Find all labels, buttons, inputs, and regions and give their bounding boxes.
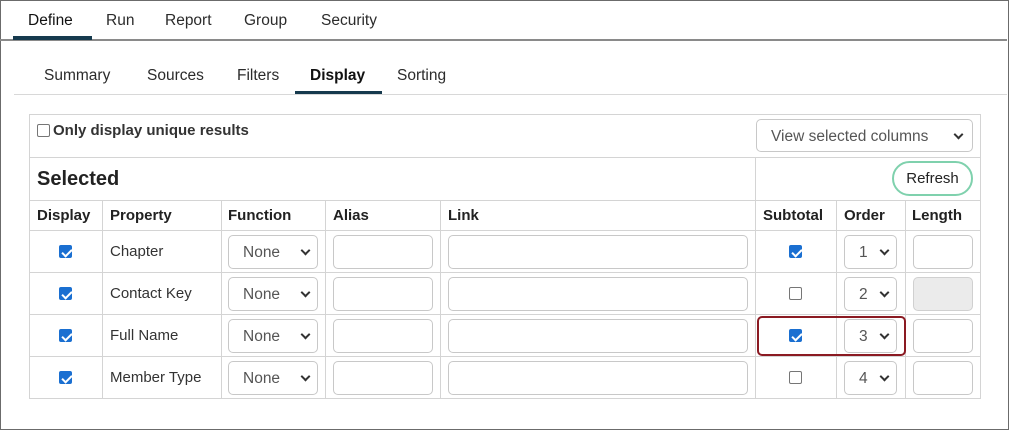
property-name: Contact Key (110, 285, 192, 302)
tab-sources[interactable]: Sources (147, 67, 204, 85)
alias-input[interactable] (333, 319, 433, 353)
function-value: None (243, 244, 281, 261)
length-input[interactable] (913, 235, 973, 269)
column-header-function: Function (228, 207, 292, 224)
tab-display[interactable]: Display (310, 67, 365, 85)
function-select[interactable]: None (228, 361, 318, 395)
divider (29, 230, 981, 231)
order-value: 2 (859, 286, 868, 303)
divider (440, 200, 441, 399)
property-name: Full Name (110, 327, 179, 344)
column-header-alias: Alias (333, 207, 369, 224)
function-value: None (243, 286, 281, 303)
chevron-down-icon (879, 371, 890, 382)
property-name: Member Type (110, 369, 202, 386)
view-columns-value: View selected columns (771, 128, 929, 145)
function-value: None (243, 370, 281, 387)
property-name: Chapter (110, 243, 164, 260)
display-checkbox[interactable] (59, 371, 72, 384)
subtotal-checkbox[interactable] (789, 287, 802, 300)
chevron-down-icon (300, 329, 311, 340)
chevron-down-icon (953, 129, 964, 140)
length-input[interactable] (913, 361, 973, 395)
divider (836, 200, 837, 399)
divider (325, 200, 326, 399)
tab-summary[interactable]: Summary (44, 67, 110, 85)
divider (905, 200, 906, 399)
display-checkbox[interactable] (59, 329, 72, 342)
section-title: Selected (37, 168, 120, 190)
active-tab-indicator (13, 36, 92, 40)
order-value: 4 (859, 370, 868, 387)
column-header-order: Order (844, 207, 885, 224)
function-select[interactable]: None (228, 277, 318, 311)
divider (29, 200, 981, 201)
chevron-down-icon (300, 371, 311, 382)
function-select[interactable]: None (228, 319, 318, 353)
refresh-button[interactable]: Refresh (892, 161, 973, 196)
tab-sorting[interactable]: Sorting (397, 67, 446, 85)
divider (221, 200, 222, 399)
length-input-disabled (913, 277, 973, 311)
display-checkbox[interactable] (59, 245, 72, 258)
tab-run[interactable]: Run (106, 12, 134, 30)
link-input[interactable] (448, 277, 748, 311)
divider (29, 272, 981, 273)
unique-results-checkbox[interactable] (37, 124, 50, 137)
column-header-display: Display (37, 207, 91, 224)
function-value: None (243, 328, 281, 345)
unique-results-label: Only display unique results (53, 122, 249, 139)
length-input[interactable] (913, 319, 973, 353)
order-select[interactable]: 2 (844, 277, 897, 311)
function-select[interactable]: None (228, 235, 318, 269)
divider (29, 157, 981, 158)
column-header-subtotal: Subtotal (763, 207, 823, 224)
alias-input[interactable] (333, 361, 433, 395)
tab-report[interactable]: Report (165, 12, 212, 30)
top-tab-bar: Define Run Report Group Security (0, 0, 1007, 41)
column-header-link: Link (448, 207, 479, 224)
divider (29, 356, 981, 357)
active-subtab-indicator (295, 91, 382, 94)
column-header-property: Property (110, 207, 172, 224)
chevron-down-icon (300, 287, 311, 298)
link-input[interactable] (448, 319, 748, 353)
display-checkbox[interactable] (59, 287, 72, 300)
alias-input[interactable] (333, 277, 433, 311)
tab-security[interactable]: Security (321, 12, 377, 30)
order-value: 1 (859, 244, 868, 261)
divider (29, 314, 981, 315)
column-header-length: Length (912, 207, 962, 224)
sub-tab-bar: Summary Sources Filters Display Sorting (14, 64, 1007, 95)
chevron-down-icon (300, 245, 311, 256)
highlight-annotation (757, 316, 906, 356)
divider (102, 200, 103, 399)
tab-group[interactable]: Group (244, 12, 287, 30)
alias-input[interactable] (333, 235, 433, 269)
chevron-down-icon (879, 287, 890, 298)
subtotal-checkbox[interactable] (789, 245, 802, 258)
unique-results-option: Only display unique results (37, 122, 249, 139)
tab-define[interactable]: Define (28, 12, 73, 30)
link-input[interactable] (448, 361, 748, 395)
view-columns-select[interactable]: View selected columns (756, 119, 973, 152)
divider (755, 157, 756, 399)
tab-filters[interactable]: Filters (237, 67, 279, 85)
link-input[interactable] (448, 235, 748, 269)
chevron-down-icon (879, 245, 890, 256)
order-select[interactable]: 1 (844, 235, 897, 269)
order-select[interactable]: 4 (844, 361, 897, 395)
subtotal-checkbox[interactable] (789, 371, 802, 384)
